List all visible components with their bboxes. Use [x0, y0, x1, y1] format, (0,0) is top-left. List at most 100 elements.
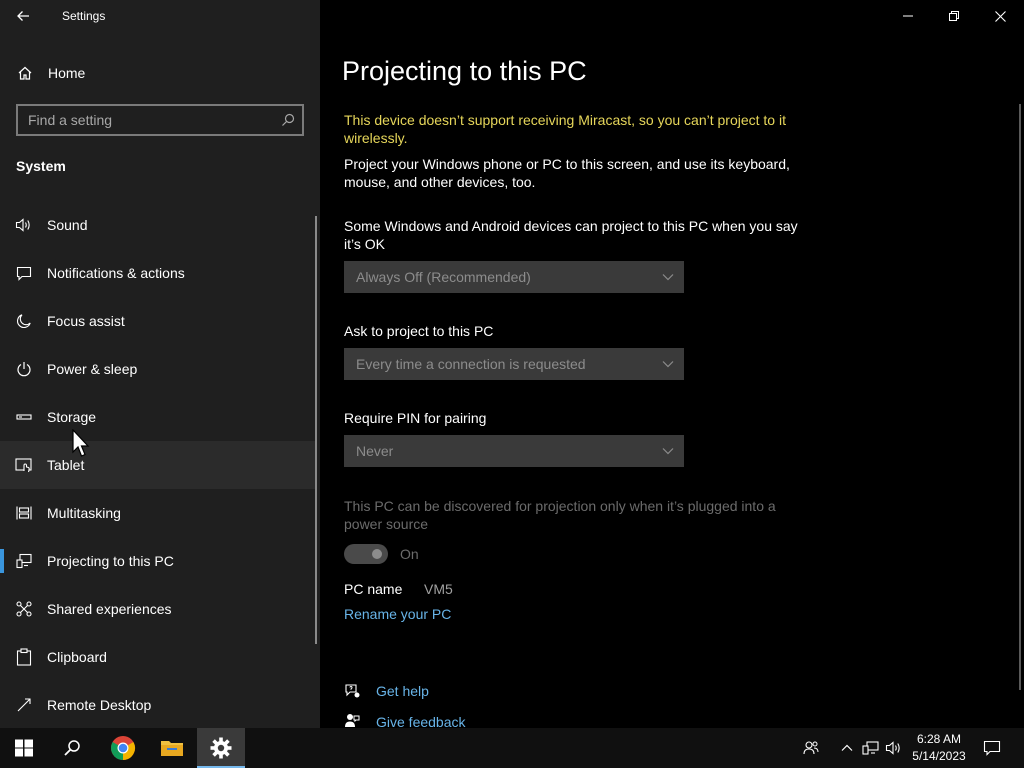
search-box[interactable]	[16, 104, 304, 136]
chrome-icon	[110, 736, 136, 760]
windows-logo-icon	[15, 739, 33, 757]
notification-icon	[15, 264, 33, 282]
miracast-warning: This device doesn’t support receiving Mi…	[344, 112, 786, 146]
app-title: Settings	[62, 9, 106, 23]
taskbar-search-button[interactable]	[48, 728, 96, 768]
sidebar-nav: Sound Notifications & actions Focus assi…	[0, 201, 316, 729]
toggle-state-label: On	[400, 546, 419, 562]
sidebar-scrollbar[interactable]	[315, 216, 317, 644]
power-icon	[15, 360, 33, 378]
sidebar-item-label: Power & sleep	[47, 361, 138, 377]
sidebar-item-label: Shared experiences	[47, 601, 172, 617]
sidebar-item-focus-assist[interactable]: Focus assist	[0, 297, 316, 345]
search-icon[interactable]	[274, 113, 302, 127]
rename-pc-link[interactable]: Rename your PC	[344, 606, 451, 622]
main-content: Projecting to this PC This device doesn’…	[320, 0, 1024, 730]
pc-name-value: VM5	[424, 581, 453, 597]
restore-icon	[949, 11, 959, 21]
sidebar-item-label: Remote Desktop	[47, 697, 152, 713]
remote-desktop-icon	[15, 696, 33, 714]
sidebar-item-label: Projecting to this PC	[47, 553, 174, 569]
close-icon	[994, 10, 1006, 22]
home-icon	[17, 65, 33, 81]
sidebar-item-shared-experiences[interactable]: Shared experiences	[0, 585, 316, 633]
toggle-knob	[372, 549, 382, 559]
sidebar-item-projecting[interactable]: Projecting to this PC	[0, 537, 316, 585]
network-icon	[862, 741, 879, 755]
title-bar: Settings	[0, 0, 320, 32]
clock-date: 5/14/2023	[912, 749, 966, 763]
section-title: System	[16, 158, 66, 174]
action-center-icon	[983, 740, 1001, 756]
ask-dropdown[interactable]: Every time a connection is requested	[344, 348, 684, 380]
sidebar-item-tablet[interactable]: Tablet	[0, 441, 316, 489]
home-label: Home	[48, 65, 86, 81]
sidebar-item-clipboard[interactable]: Clipboard	[0, 633, 316, 681]
network-button[interactable]	[860, 728, 882, 768]
taskbar: 6:28 AM 5/14/2023	[0, 728, 1024, 768]
settings-taskbar-button[interactable]	[197, 728, 245, 768]
main-scrollbar[interactable]	[1019, 104, 1021, 690]
dropdown-value: Always Off (Recommended)	[356, 269, 531, 285]
sidebar-item-notifications[interactable]: Notifications & actions	[0, 249, 316, 297]
get-help-link[interactable]: Get help	[376, 683, 429, 699]
sidebar-item-label: Notifications & actions	[47, 265, 185, 281]
chevron-down-icon	[662, 274, 674, 281]
projecting-icon	[15, 552, 33, 570]
sidebar-item-label: Storage	[47, 409, 97, 425]
start-button[interactable]	[0, 728, 48, 768]
chevron-up-icon	[841, 744, 853, 751]
availability-dropdown[interactable]: Always Off (Recommended)	[344, 261, 684, 293]
clipboard-icon	[15, 648, 33, 666]
sidebar-item-multitasking[interactable]: Multitasking	[0, 489, 316, 537]
gear-icon	[210, 737, 232, 759]
taskbar-clock[interactable]: 6:28 AM 5/14/2023	[906, 731, 972, 765]
mouse-cursor-icon	[72, 429, 90, 457]
pc-name-label: PC name	[344, 581, 403, 597]
feedback-icon	[345, 714, 360, 727]
pin-label: Require PIN for pairing	[344, 410, 487, 426]
settings-sidebar: Settings Home System Sound Notifications…	[0, 0, 320, 728]
close-button[interactable]	[977, 0, 1023, 32]
availability-label: Some Windows and Android devices can pro…	[344, 218, 798, 252]
pin-dropdown[interactable]: Never	[344, 435, 684, 467]
volume-button[interactable]	[884, 728, 904, 768]
people-button[interactable]	[796, 728, 826, 768]
dropdown-value: Never	[356, 443, 394, 459]
shared-experiences-icon	[15, 600, 33, 618]
sidebar-item-label: Multitasking	[47, 505, 121, 521]
action-center-button[interactable]	[978, 728, 1006, 768]
search-input[interactable]	[18, 112, 274, 128]
people-icon	[803, 741, 819, 755]
minimize-button[interactable]	[885, 0, 931, 32]
tablet-icon	[15, 456, 33, 474]
clock-time: 6:28 AM	[916, 732, 962, 746]
sidebar-item-sound[interactable]: Sound	[0, 201, 316, 249]
minimize-icon	[903, 15, 913, 17]
back-button[interactable]	[0, 0, 46, 32]
speaker-icon	[15, 216, 33, 234]
sidebar-item-power-sleep[interactable]: Power & sleep	[0, 345, 316, 393]
restore-button[interactable]	[931, 0, 977, 32]
home-nav-item[interactable]: Home	[0, 56, 320, 90]
power-source-note: This PC can be discovered for projection…	[344, 498, 776, 532]
sidebar-item-label: Tablet	[47, 457, 85, 473]
sidebar-item-remote-desktop[interactable]: Remote Desktop	[0, 681, 316, 729]
chrome-taskbar-button[interactable]	[99, 728, 147, 768]
show-hidden-icons-button[interactable]	[838, 728, 856, 768]
multitasking-icon	[15, 504, 33, 522]
folder-icon	[161, 741, 183, 756]
search-icon	[64, 740, 80, 756]
ask-label: Ask to project to this PC	[344, 323, 494, 339]
storage-icon	[15, 408, 33, 426]
file-explorer-taskbar-button[interactable]	[148, 728, 196, 768]
intro-text: Project your Windows phone or PC to this…	[344, 156, 790, 190]
dropdown-value: Every time a connection is requested	[356, 356, 586, 372]
sidebar-item-label: Clipboard	[47, 649, 107, 665]
chevron-down-icon	[662, 361, 674, 368]
sidebar-item-storage[interactable]: Storage	[0, 393, 316, 441]
moon-icon	[15, 312, 33, 330]
power-source-toggle[interactable]	[344, 544, 388, 564]
back-arrow-icon	[17, 11, 29, 21]
volume-icon	[885, 741, 900, 755]
